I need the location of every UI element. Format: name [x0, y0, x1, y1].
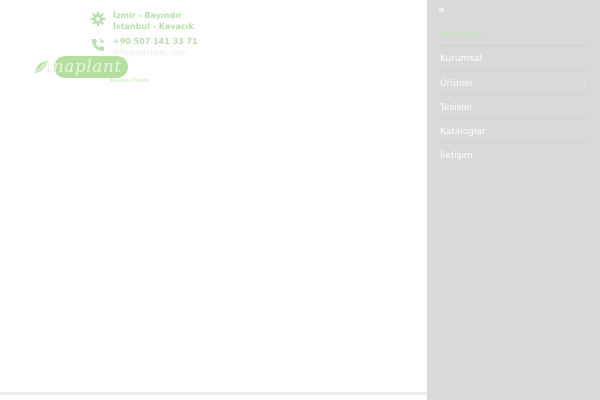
menu-item-tesisler[interactable]: Tesisler [427, 95, 600, 120]
menu-label: Ürünler [440, 78, 474, 89]
phone-lines: +90 507 141 33 71 info@abcplan.com [113, 36, 198, 58]
location-izmir: İzmir - Bayındır [113, 11, 182, 20]
menu-item-urunler[interactable]: Ürünler › [427, 71, 600, 95]
hamburger-icon[interactable]: ≡ [438, 5, 445, 15]
phone-icon [90, 37, 106, 53]
side-menu: ≡ Anasayfa Kurumsal Ürünler › Tesisler K… [427, 0, 600, 400]
menu-item-anasayfa[interactable]: Anasayfa [427, 22, 600, 47]
menu-item-kurumsal[interactable]: Kurumsal [427, 46, 600, 71]
location-lines: İzmir - Bayındır İstanbul - Kavacık [113, 10, 194, 32]
menu-item-iletisim[interactable]: İletişim [427, 143, 600, 167]
menu-label: Anasayfa [440, 30, 482, 40]
menu-label: Kurumsal [440, 54, 483, 65]
phone-link[interactable]: +90 507 141 33 71 [113, 36, 198, 47]
page: İzmir - Bayındır İstanbul - Kavacık +90 … [0, 0, 600, 400]
menu-item-kataloglar[interactable]: Kataloglar [427, 119, 600, 144]
menu-list: Anasayfa Kurumsal Ürünler › Tesisler Kat… [427, 22, 600, 168]
logo-tagline: Tasarım Üretim [110, 78, 150, 84]
menu-label: Kataloglar [440, 127, 486, 138]
footer-divider [0, 392, 427, 395]
location-istanbul: İstanbul - Kavacık [113, 22, 194, 31]
contact-info: İzmir - Bayındır İstanbul - Kavacık +90 … [90, 10, 198, 58]
site-logo[interactable]: Anaplant Tasarım Üretim [30, 56, 150, 88]
menu-label: Tesisler [440, 102, 474, 113]
main-content: İzmir - Bayındır İstanbul - Kavacık +90 … [0, 0, 427, 400]
menu-label: İletişim [440, 151, 473, 162]
location-row: İzmir - Bayındır İstanbul - Kavacık [90, 10, 198, 32]
gear-icon [90, 11, 106, 27]
chevron-right-icon[interactable]: › [580, 78, 590, 88]
logo-wordmark: Anaplant [40, 57, 122, 77]
phone-row: +90 507 141 33 71 info@abcplan.com [90, 36, 198, 58]
